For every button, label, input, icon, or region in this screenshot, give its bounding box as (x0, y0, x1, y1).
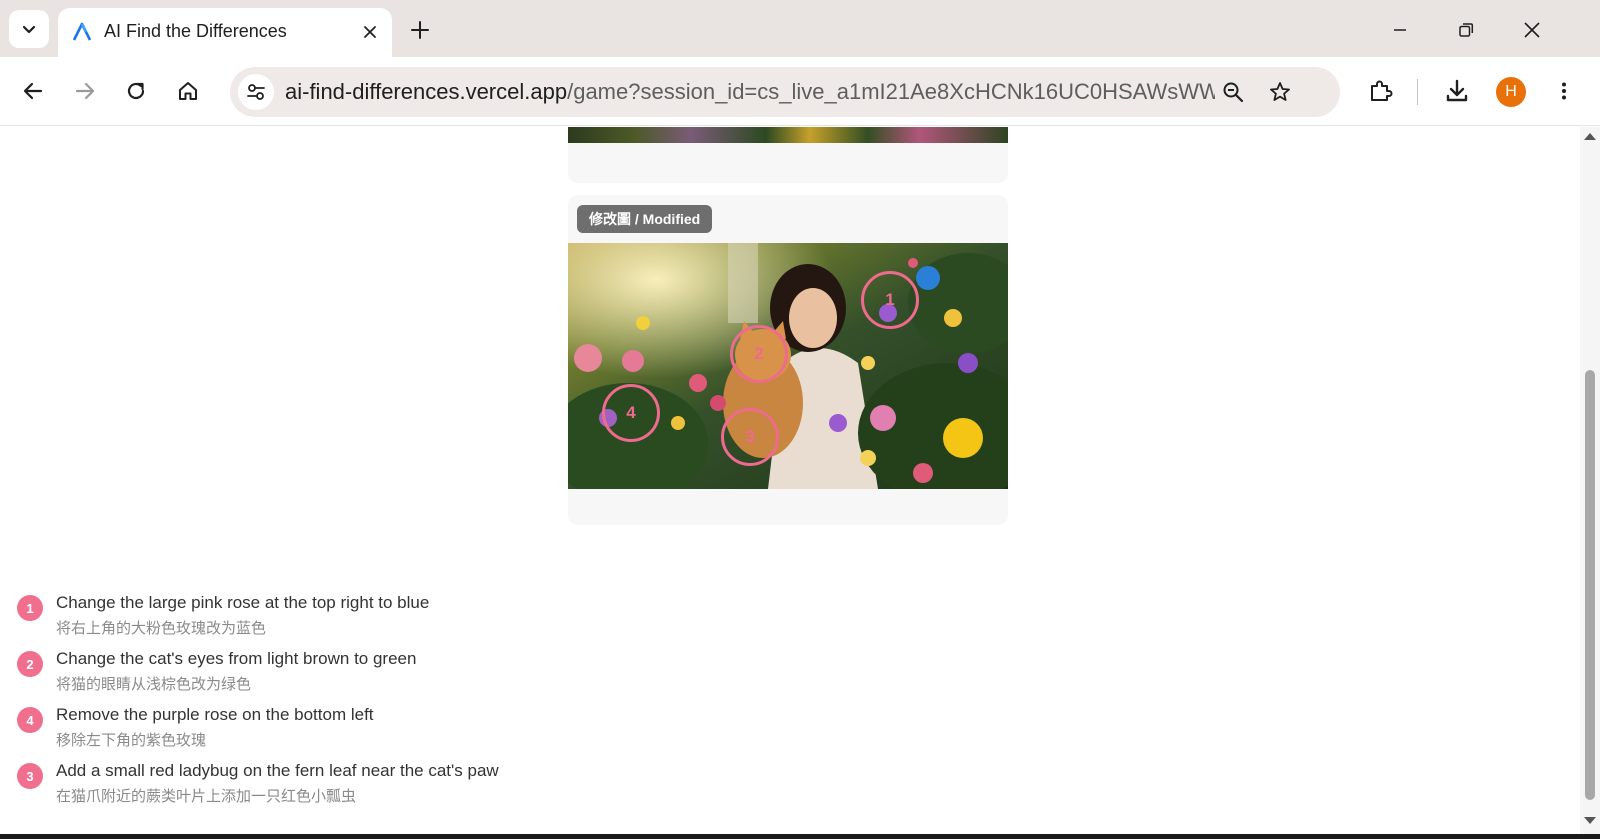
tune-icon (247, 84, 265, 100)
downloads-button[interactable] (1439, 73, 1475, 109)
difference-description-zh: 将猫的眼睛从浅棕色改为绿色 (56, 676, 252, 693)
difference-number-badge: 2 (17, 651, 43, 677)
original-image (568, 127, 1008, 143)
url-host: ai-find-differences.vercel.app (285, 79, 568, 104)
reload-icon (127, 82, 145, 100)
difference-description-zh: 移除左下角的紫色玫瑰 (56, 732, 207, 749)
active-tab[interactable]: AI Find the Differences (58, 8, 392, 57)
difference-description-en: Change the cat's eyes from light brown t… (56, 649, 417, 668)
profile-avatar[interactable]: H (1496, 77, 1526, 107)
zoom-button[interactable] (1217, 76, 1249, 108)
star-icon (1270, 82, 1290, 101)
url-text[interactable]: ai-find-differences.vercel.app/game?sess… (285, 79, 1215, 105)
home-button[interactable] (170, 73, 206, 109)
download-icon (1446, 79, 1468, 102)
minimize-button[interactable] (1375, 10, 1425, 50)
difference-number-badge: 4 (17, 707, 43, 733)
restore-icon (1459, 23, 1474, 37)
plus-icon (411, 21, 429, 39)
close-icon (364, 26, 376, 38)
tab-close-button[interactable] (358, 20, 382, 44)
chevron-down-icon (22, 25, 36, 34)
modified-image[interactable]: 1 2 4 3 (568, 243, 1008, 489)
difference-marker-1[interactable]: 1 (861, 271, 919, 329)
arrow-left-icon (23, 82, 43, 100)
modified-label: 修改圖 / Modified (577, 205, 713, 233)
arrow-right-icon (75, 82, 95, 100)
home-icon (179, 82, 197, 100)
toolbar-divider (1417, 79, 1418, 105)
difference-number-badge: 3 (17, 763, 43, 789)
forward-button[interactable] (67, 73, 103, 109)
browser-toolbar: ai-find-differences.vercel.app/game?sess… (0, 57, 1600, 126)
scrollbar-thumb[interactable] (1585, 370, 1595, 800)
difference-marker-3[interactable]: 3 (721, 408, 779, 466)
original-image-card (568, 127, 1008, 183)
close-window-button[interactable] (1507, 10, 1557, 50)
site-info-button[interactable] (238, 74, 274, 110)
scroll-down-arrow-icon[interactable] (1584, 817, 1596, 824)
difference-description-en: Add a small red ladybug on the fern leaf… (56, 761, 499, 780)
site-favicon-icon (72, 22, 92, 41)
minimize-icon (1394, 29, 1406, 31)
tab-search-button[interactable] (9, 10, 49, 48)
window-bottom-edge (0, 834, 1600, 839)
difference-marker-2[interactable]: 2 (730, 325, 788, 383)
new-tab-button[interactable] (404, 14, 436, 46)
difference-marker-4[interactable]: 4 (602, 384, 660, 442)
back-button[interactable] (15, 73, 51, 109)
more-vertical-icon (1562, 82, 1566, 100)
difference-description-en: Remove the purple rose on the bottom lef… (56, 705, 374, 724)
zoom-out-icon (1223, 82, 1244, 103)
restore-button[interactable] (1441, 10, 1491, 50)
url-path: /game?session_id=cs_live_a1mI21Ae8XcHCNk… (567, 79, 1215, 104)
modified-image-illustration (568, 243, 1008, 489)
tab-strip: AI Find the Differences (0, 0, 1600, 57)
address-bar[interactable]: ai-find-differences.vercel.app/game?sess… (230, 67, 1340, 117)
difference-description-en: Change the large pink rose at the top ri… (56, 593, 430, 612)
difference-number-badge: 1 (17, 595, 43, 621)
menu-button[interactable] (1546, 73, 1582, 109)
close-icon (1524, 22, 1540, 38)
modified-image-card: 修改圖 / Modified 1 2 4 3 (568, 195, 1008, 525)
page-scrollbar[interactable] (1580, 127, 1600, 834)
difference-description-zh: 在猫爪附近的蕨类叶片上添加一只红色小瓢虫 (56, 788, 357, 805)
page-viewport: 修改圖 / Modified 1 2 4 3 1 Change the larg… (0, 127, 1580, 834)
tab-title: AI Find the Differences (104, 21, 287, 41)
puzzle-icon (1371, 80, 1393, 101)
extensions-button[interactable] (1362, 73, 1398, 109)
reload-button[interactable] (118, 73, 154, 109)
scroll-up-arrow-icon[interactable] (1584, 133, 1596, 140)
difference-description-zh: 将右上角的大粉色玫瑰改为蓝色 (56, 620, 267, 637)
bookmark-button[interactable] (1264, 76, 1296, 108)
